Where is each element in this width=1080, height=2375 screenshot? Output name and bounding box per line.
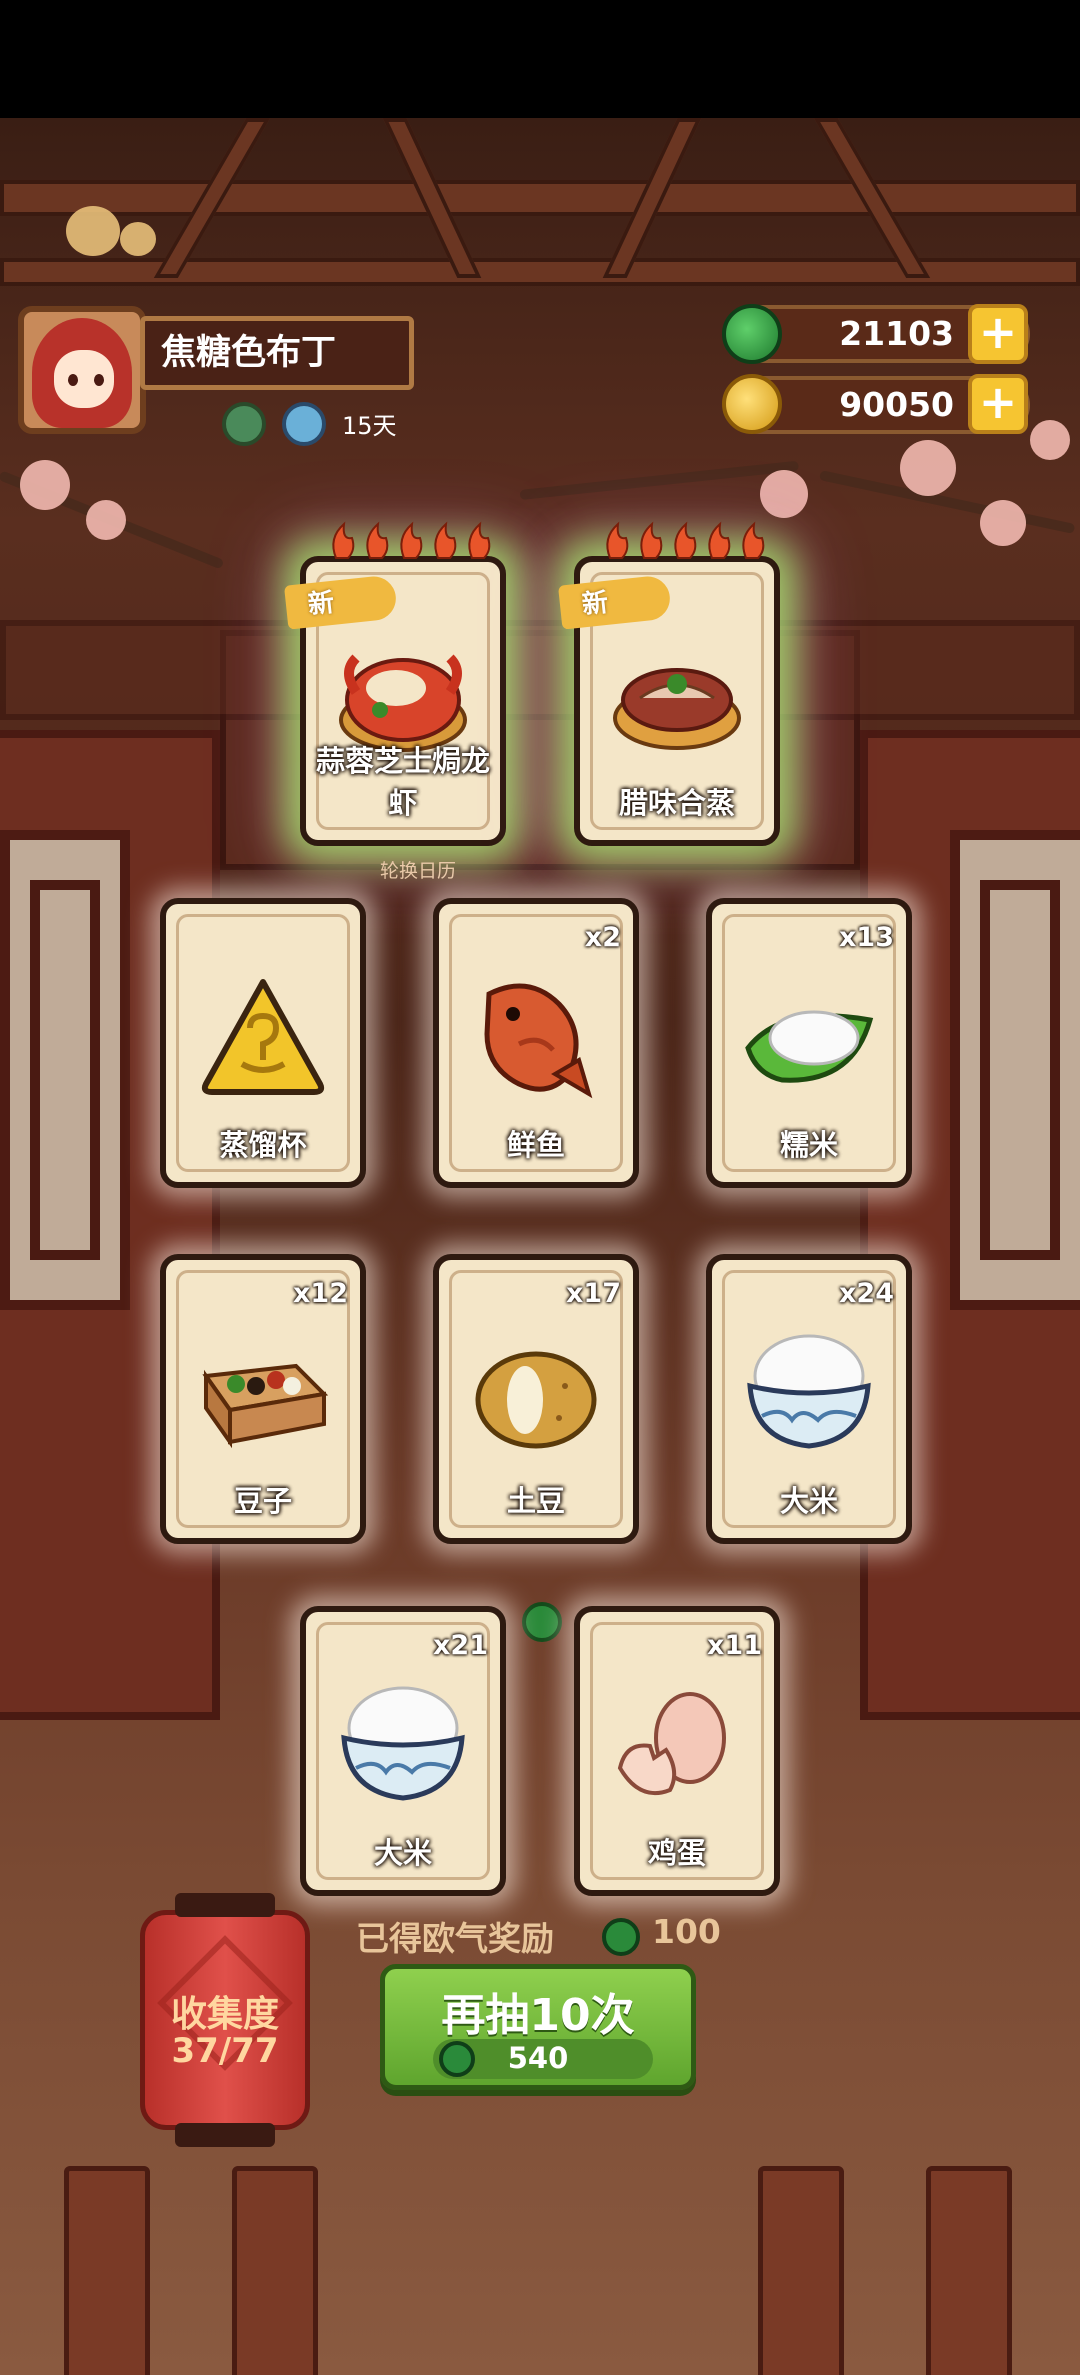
rarity-flames-icon bbox=[332, 521, 491, 559]
reward-card[interactable]: x11 鸡蛋 bbox=[574, 1606, 780, 1896]
luck-reward-label: 已得欧气奖励 bbox=[356, 1919, 554, 1958]
reward-card[interactable]: 蒸馏杯 bbox=[160, 898, 366, 1188]
game-screen: 焦糖色布丁 15天 21103 + 90050 + 新 蒜蓉芝士焗龙虾 新 腊味… bbox=[0, 0, 1080, 2375]
draw-again-label: 再抽10次 bbox=[441, 1990, 635, 2041]
reward-card-featured[interactable]: 新 蒜蓉芝士焗龙虾 bbox=[284, 521, 506, 846]
egg-icon bbox=[617, 1692, 726, 1796]
player-avatar[interactable] bbox=[18, 306, 146, 434]
railing-post bbox=[232, 2166, 318, 2375]
card-quantity: x11 bbox=[707, 1630, 762, 1661]
jade-coin-icon bbox=[602, 1918, 640, 1956]
railing-post bbox=[64, 2166, 150, 2375]
card-quantity: x21 bbox=[433, 1630, 488, 1661]
card-label: 蒸馏杯 bbox=[219, 1128, 307, 1162]
cured-meat-dish-icon bbox=[613, 668, 741, 750]
card-label: 大米 bbox=[779, 1484, 838, 1518]
roof-beam bbox=[0, 180, 1080, 216]
rice-bowl-icon bbox=[341, 1686, 465, 1801]
reward-card[interactable]: x2 鲜鱼 bbox=[433, 898, 639, 1188]
card-quantity: x24 bbox=[839, 1278, 894, 1309]
card-label: 鲜鱼 bbox=[506, 1128, 565, 1162]
railing-post bbox=[926, 2166, 1012, 2375]
add-gold-button[interactable]: + bbox=[968, 374, 1028, 434]
chick-decoration bbox=[120, 222, 156, 256]
lattice-detail bbox=[980, 880, 1060, 1260]
blossom bbox=[980, 500, 1026, 546]
add-jade-button[interactable]: + bbox=[968, 304, 1028, 364]
reward-card[interactable]: x21 大米 bbox=[300, 1606, 506, 1896]
gold-coin-icon bbox=[722, 374, 782, 434]
card-quantity: x2 bbox=[584, 922, 621, 953]
achievement-badge-icon[interactable] bbox=[222, 402, 266, 446]
player-name[interactable]: 焦糖色布丁 bbox=[140, 316, 414, 390]
jade-gem-decoration bbox=[522, 1602, 562, 1642]
card-label: 豆子 bbox=[233, 1484, 292, 1518]
collection-progress: 37/77 bbox=[171, 2031, 279, 2071]
beans-box-icon bbox=[202, 1363, 329, 1449]
reward-card[interactable]: x24 大米 bbox=[706, 1254, 912, 1544]
blossom bbox=[86, 500, 126, 540]
status-bar bbox=[0, 0, 1080, 118]
wall-panel bbox=[0, 620, 1080, 720]
potato-icon bbox=[475, 1351, 597, 1449]
card-quantity: x12 bbox=[293, 1278, 348, 1309]
blossom bbox=[900, 440, 956, 496]
globe-badge-icon[interactable] bbox=[282, 402, 326, 446]
reward-card[interactable]: x12 豆子 bbox=[160, 1254, 366, 1544]
railing-post bbox=[758, 2166, 844, 2375]
collection-lantern-button[interactable]: 收集度 37/77 bbox=[140, 1893, 310, 2147]
blossom bbox=[760, 470, 808, 518]
rice-bowl-icon bbox=[747, 1334, 871, 1449]
login-days: 15天 bbox=[342, 412, 397, 440]
chick-decoration bbox=[66, 206, 120, 256]
rarity-flames-icon bbox=[606, 521, 765, 559]
card-quantity: x13 bbox=[839, 922, 894, 953]
jade-coin-icon bbox=[722, 304, 782, 364]
luck-reward-amount: 100 bbox=[652, 1912, 721, 1951]
collection-title: 收集度 bbox=[170, 1994, 279, 2035]
card-label: 蒜蓉芝士焗龙虾 bbox=[315, 744, 490, 820]
card-label: 大米 bbox=[373, 1836, 432, 1870]
draw-again-button[interactable]: 再抽10次 540 bbox=[380, 1964, 696, 2090]
card-label: 糯米 bbox=[779, 1128, 838, 1162]
card-quantity: x17 bbox=[566, 1278, 621, 1309]
rotation-calendar-label[interactable]: 轮换日历 bbox=[380, 856, 456, 883]
blossom bbox=[20, 460, 70, 510]
fish-icon bbox=[484, 983, 593, 1099]
steamer-cup-icon bbox=[201, 979, 325, 1095]
reward-card[interactable]: x13 糯米 bbox=[706, 898, 912, 1188]
reward-card-featured[interactable]: 新 腊味合蒸 bbox=[558, 521, 780, 846]
reward-card[interactable]: x17 土豆 bbox=[433, 1254, 639, 1544]
draw-cost: 540 bbox=[507, 2041, 569, 2075]
glutinous-rice-icon bbox=[745, 1010, 874, 1083]
card-label: 腊味合蒸 bbox=[618, 786, 735, 820]
card-label: 土豆 bbox=[506, 1484, 565, 1518]
lattice-detail bbox=[30, 880, 100, 1260]
blossom bbox=[1030, 420, 1070, 460]
card-label: 鸡蛋 bbox=[647, 1836, 706, 1870]
